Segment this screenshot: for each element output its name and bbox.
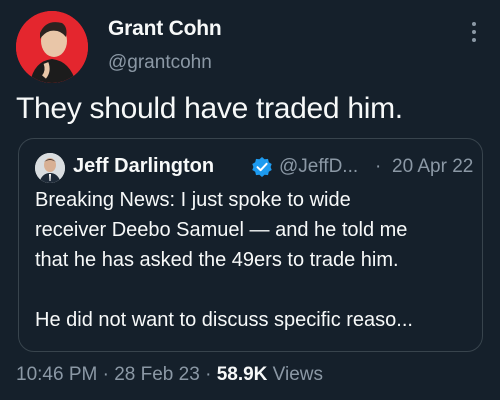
tweet-text: They should have traded him. — [16, 92, 403, 125]
quoted-text-line: that he has asked the 49ers to trade him… — [35, 249, 399, 271]
author-handle[interactable]: @grantcohn — [108, 52, 212, 74]
quoted-tweet-date[interactable]: 20 Apr 22 — [392, 156, 473, 178]
quoted-tweet-card[interactable]: Jeff Darlington @JeffD... · 20 Apr 22 Br… — [18, 138, 483, 352]
quoted-text-line: receiver Deebo Samuel — and he told me — [35, 219, 408, 241]
quoted-separator: · — [375, 156, 382, 177]
quoted-author-avatar[interactable] — [35, 153, 65, 183]
quoted-text-line: He did not want to discuss specific reas… — [35, 309, 413, 331]
views-count[interactable]: 58.9K — [217, 364, 268, 385]
tweet-date[interactable]: 28 Feb 23 — [114, 364, 200, 385]
verified-badge-icon — [251, 156, 273, 178]
quoted-text-line: Breaking News: I just spoke to wide — [35, 189, 351, 211]
author-avatar[interactable] — [16, 11, 88, 83]
tweet-container: Grant Cohn @grantcohn They should have t… — [0, 0, 500, 400]
author-display-name[interactable]: Grant Cohn — [108, 17, 222, 41]
meta-separator: · — [205, 364, 212, 385]
more-vertical-icon[interactable] — [470, 22, 478, 50]
tweet-time[interactable]: 10:46 PM — [16, 364, 97, 385]
tweet-meta: 10:46 PM · 28 Feb 23 · 58.9K Views — [16, 364, 323, 386]
quoted-author-display-name[interactable]: Jeff Darlington — [73, 155, 214, 178]
views-label: Views — [272, 364, 324, 385]
quoted-author-handle[interactable]: @JeffD... — [279, 156, 358, 178]
meta-separator: · — [102, 364, 109, 385]
